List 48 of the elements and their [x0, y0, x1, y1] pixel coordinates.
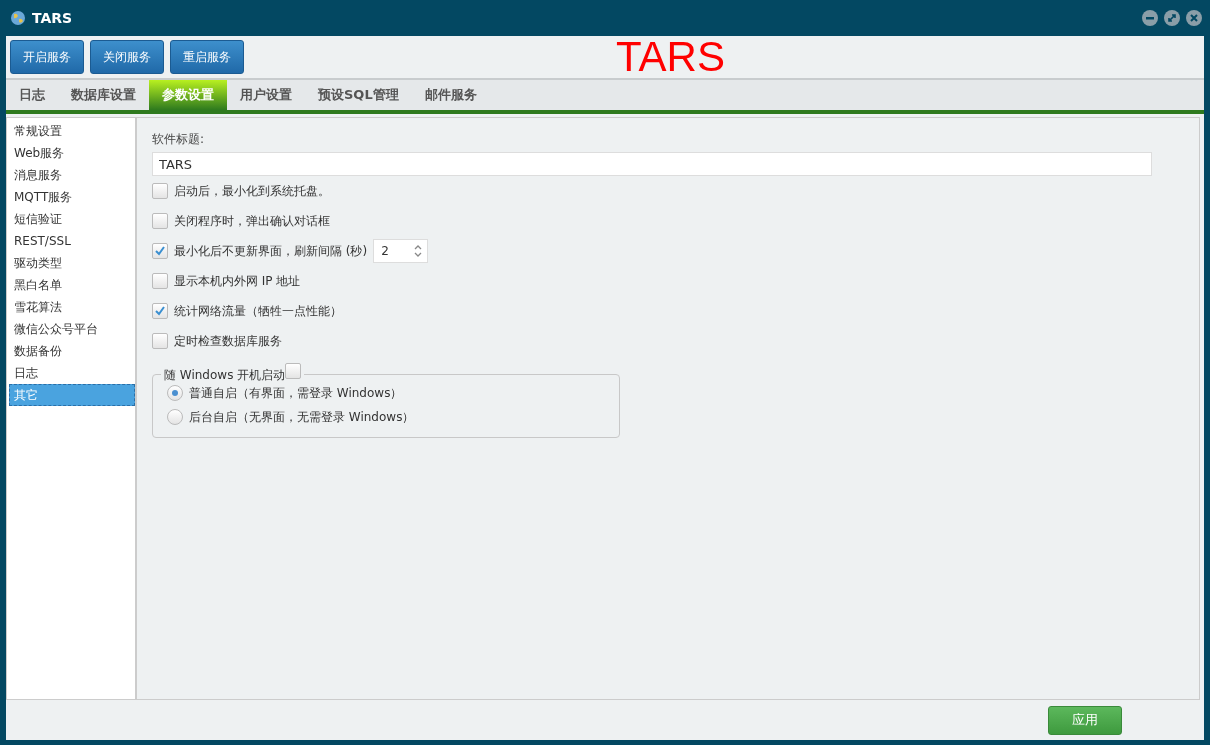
radio-button[interactable]	[167, 409, 183, 425]
radio-button[interactable]	[167, 385, 183, 401]
field-label: 软件标题:	[152, 131, 206, 148]
checkbox[interactable]	[152, 333, 168, 349]
close-icon[interactable]	[1186, 10, 1202, 26]
tab[interactable]: 数据库设置	[58, 80, 149, 110]
sidebar-item[interactable]: 短信验证	[9, 208, 135, 230]
checkbox[interactable]	[152, 303, 168, 319]
group-label: 随 Windows 开机启动	[164, 367, 286, 384]
radio-label: 普通自启（有界面，需登录 Windows）	[189, 384, 403, 402]
sidebar-item[interactable]: 黑白名单	[9, 274, 135, 296]
tab[interactable]: 日志	[6, 80, 58, 110]
tab[interactable]: 邮件服务	[411, 80, 490, 110]
interval-spinner[interactable]: 2	[373, 239, 429, 263]
option-label: 最小化后不更新界面，刷新间隔 (秒)	[174, 242, 368, 260]
checkbox[interactable]	[152, 243, 168, 259]
checkbox[interactable]	[285, 363, 302, 379]
sidebar-item[interactable]: REST/SSL	[9, 230, 135, 252]
option-label: 定时检查数据库服务	[174, 332, 282, 350]
checkbox[interactable]	[152, 273, 168, 289]
window-title: TARS	[32, 10, 73, 26]
sidebar-item[interactable]: 数据备份	[9, 340, 135, 362]
sidebar-item[interactable]: 微信公众号平台	[9, 318, 135, 340]
option-label: 启动后，最小化到系统托盘。	[174, 182, 330, 200]
checkbox[interactable]	[152, 183, 168, 199]
title-input[interactable]: TARS	[152, 152, 1152, 176]
sidebar-item[interactable]: 日志	[9, 362, 135, 384]
tab[interactable]: 用户设置	[227, 80, 305, 110]
globe-icon	[10, 10, 26, 26]
service-button[interactable]: 开启服务	[10, 40, 84, 74]
checkbox[interactable]	[152, 213, 168, 229]
maximize-icon[interactable]	[1164, 10, 1180, 26]
option-label: 显示本机内外网 IP 地址	[174, 272, 301, 290]
sidebar-item[interactable]: 雪花算法	[9, 296, 135, 318]
sidebar-item[interactable]: 驱动类型	[9, 252, 135, 274]
sidebar-item[interactable]: MQTT服务	[9, 186, 135, 208]
sidebar-item[interactable]: Web服务	[9, 142, 135, 164]
banner-title: TARS	[616, 36, 725, 78]
spinner-arrows-icon[interactable]	[414, 244, 423, 258]
tab[interactable]: 预设SQL管理	[305, 80, 412, 110]
minimize-icon[interactable]	[1142, 10, 1158, 26]
service-button[interactable]: 关闭服务	[90, 40, 164, 74]
option-label: 关闭程序时，弹出确认对话框	[174, 212, 330, 230]
sidebar-item[interactable]: 消息服务	[9, 164, 135, 186]
radio-label: 后台自启（无界面，无需登录 Windows）	[189, 408, 415, 426]
service-button[interactable]: 重启服务	[170, 40, 244, 74]
option-label: 统计网络流量（牺牲一点性能）	[174, 302, 342, 320]
sidebar-item[interactable]: 常规设置	[9, 120, 135, 142]
